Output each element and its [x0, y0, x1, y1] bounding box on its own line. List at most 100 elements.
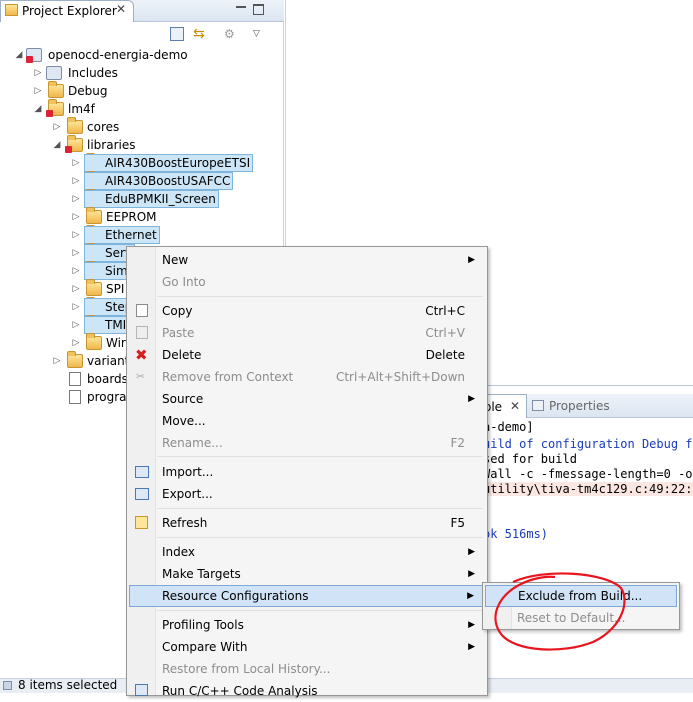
menu-item-compare-with[interactable]: Compare With ▶ — [129, 636, 485, 658]
close-icon[interactable]: ✕ — [116, 2, 126, 16]
menu-item-copy[interactable]: Copy Ctrl+C — [129, 300, 485, 322]
console-line: a-demo] — [483, 420, 534, 434]
collapsed-arrow-icon[interactable]: ▷ — [33, 64, 43, 82]
link-with-editor-icon[interactable]: ⇆ — [193, 27, 207, 41]
tree-item-library[interactable]: ▷ AIR430BoostEuropeETSI — [0, 153, 284, 172]
menu-item-delete[interactable]: ✖ Delete Delete — [129, 344, 485, 366]
menu-item-go-into[interactable]: Go Into — [129, 271, 485, 293]
menu-item-run-code-analysis[interactable]: Run C/C++ Code Analysis — [129, 680, 485, 702]
tree-label: AIR430BoostEuropeETSI — [84, 154, 254, 172]
refresh-icon — [135, 516, 148, 529]
menu-item-label: Source — [162, 392, 204, 406]
collapsed-arrow-icon[interactable]: ▷ — [71, 154, 81, 172]
collapsed-arrow-icon[interactable]: ▷ — [71, 262, 81, 280]
menu-item-label: Export... — [162, 487, 213, 501]
tree-label: Includes — [68, 66, 118, 80]
console-line: ok 516ms) — [483, 527, 549, 541]
maximize-icon[interactable] — [253, 4, 264, 15]
console-line: Wall -c -fmessage-length=0 -o — [483, 467, 693, 481]
folder-icon — [48, 81, 64, 98]
collapse-all-icon[interactable] — [170, 27, 184, 41]
collapsed-arrow-icon[interactable]: ▷ — [71, 172, 81, 190]
menu-item-index[interactable]: Index ▶ — [129, 541, 485, 563]
tree-label: lm4f — [68, 102, 95, 116]
menu-item-source[interactable]: Source ▶ — [129, 388, 485, 410]
expand-arrow-icon[interactable]: ◢ — [14, 46, 24, 64]
menu-item-label: Copy — [162, 304, 193, 318]
menu-item-rename[interactable]: Rename... F2 — [129, 432, 485, 454]
menu-separator — [157, 456, 483, 457]
menu-item-paste[interactable]: Paste Ctrl+V — [129, 322, 485, 344]
submenu-arrow-icon: ▶ — [468, 569, 475, 579]
console-line-error: utility\tiva-tm4c129.c:49:22: — [483, 482, 693, 496]
file-icon — [69, 372, 81, 386]
close-icon[interactable]: ✕ — [510, 399, 520, 413]
menu-item-label: Refresh — [162, 516, 208, 530]
file-icon — [69, 390, 81, 404]
tree-label: EduBPMKII_Screen — [84, 190, 219, 208]
collapsed-arrow-icon[interactable]: ▷ — [71, 334, 81, 352]
menu-item-shortcut: Ctrl+V — [425, 326, 465, 340]
menu-item-label: Make Targets — [162, 567, 241, 581]
tab-project-explorer[interactable]: Project Explorer ✕ — [0, 0, 134, 22]
import-icon — [135, 466, 149, 478]
tree-item-project[interactable]: ◢ openocd-energia-demo — [0, 46, 284, 64]
filter-icon[interactable]: ⚙ — [224, 27, 238, 41]
menu-item-move[interactable]: Move... — [129, 410, 485, 432]
code-analysis-icon — [135, 684, 148, 696]
menu-separator — [157, 610, 483, 611]
menu-separator — [157, 537, 483, 538]
tree-label: AIR430BoostUSAFCC — [84, 172, 234, 190]
menu-separator — [157, 508, 483, 509]
tree-item-libraries[interactable]: ◢ libraries — [0, 135, 284, 154]
tree-label: TMI — [84, 316, 130, 334]
tree-label: Sim — [84, 262, 131, 280]
collapsed-arrow-icon[interactable]: ▷ — [33, 82, 43, 100]
error-badge-icon — [26, 56, 33, 63]
project-explorer-tabbar: Project Explorer ✕ — [0, 0, 284, 22]
expand-arrow-icon[interactable]: ◢ — [33, 100, 43, 118]
submenu-arrow-icon: ▶ — [468, 642, 475, 652]
folder-icon — [86, 279, 102, 296]
submenu-arrow-icon: ▶ — [468, 620, 475, 630]
menu-item-new[interactable]: New ▶ — [129, 249, 485, 271]
tree-item-library[interactable]: ▷ Ethernet — [0, 225, 284, 244]
collapsed-arrow-icon[interactable]: ▷ — [71, 226, 81, 244]
collapsed-arrow-icon[interactable]: ▷ — [71, 208, 81, 226]
collapsed-arrow-icon[interactable]: ▷ — [71, 316, 81, 334]
collapsed-arrow-icon[interactable]: ▷ — [71, 190, 81, 208]
menu-item-profiling-tools[interactable]: Profiling Tools ▶ — [129, 614, 485, 636]
includes-icon — [46, 66, 62, 80]
menu-item-import[interactable]: Import... — [129, 461, 485, 483]
menu-item-restore-local-history[interactable]: Restore from Local History... — [129, 658, 485, 680]
tree-item-library[interactable]: ▷ AIR430BoostUSAFCC — [0, 171, 284, 190]
collapsed-arrow-icon[interactable]: ▷ — [71, 244, 81, 262]
collapsed-arrow-icon[interactable]: ▷ — [52, 118, 62, 136]
annotation-circle — [494, 572, 626, 651]
tree-item-debug[interactable]: ▷ Debug — [0, 81, 284, 100]
menu-item-refresh[interactable]: Refresh F5 — [129, 512, 485, 534]
console-line: uild of configuration Debug fo — [483, 437, 693, 451]
submenu-arrow-icon: ▶ — [468, 394, 475, 404]
tree-item-library[interactable]: ▷ EduBPMKII_Screen — [0, 189, 284, 208]
menu-item-remove-from-context[interactable]: ✂ Remove from Context Ctrl+Alt+Shift+Dow… — [129, 366, 485, 388]
collapsed-arrow-icon[interactable]: ▷ — [52, 352, 62, 370]
menu-item-resource-configurations[interactable]: Resource Configurations ▶ — [129, 585, 485, 607]
view-menu-icon[interactable]: ▽ — [253, 27, 267, 41]
tab-properties[interactable]: Properties — [549, 399, 610, 413]
menu-item-label: Paste — [162, 326, 195, 340]
minimize-icon[interactable] — [236, 6, 246, 8]
menu-item-shortcut: F2 — [450, 436, 465, 450]
tree-item-lm4f[interactable]: ◢ lm4f — [0, 99, 284, 118]
menu-item-make-targets[interactable]: Make Targets ▶ — [129, 563, 485, 585]
collapsed-arrow-icon[interactable]: ▷ — [71, 298, 81, 316]
tree-item-includes[interactable]: ▷ Includes — [0, 64, 284, 82]
menu-item-export[interactable]: Export... — [129, 483, 485, 505]
submenu-arrow-icon: ▶ — [468, 255, 475, 265]
submenu-arrow-icon: ▶ — [468, 547, 475, 557]
expand-arrow-icon[interactable]: ◢ — [52, 136, 62, 154]
collapsed-arrow-icon[interactable]: ▷ — [71, 280, 81, 298]
tree-item-library[interactable]: ▷ EEPROM — [0, 207, 284, 226]
status-text: 8 items selected — [18, 678, 118, 692]
tree-item-cores[interactable]: ▷ cores — [0, 117, 284, 136]
